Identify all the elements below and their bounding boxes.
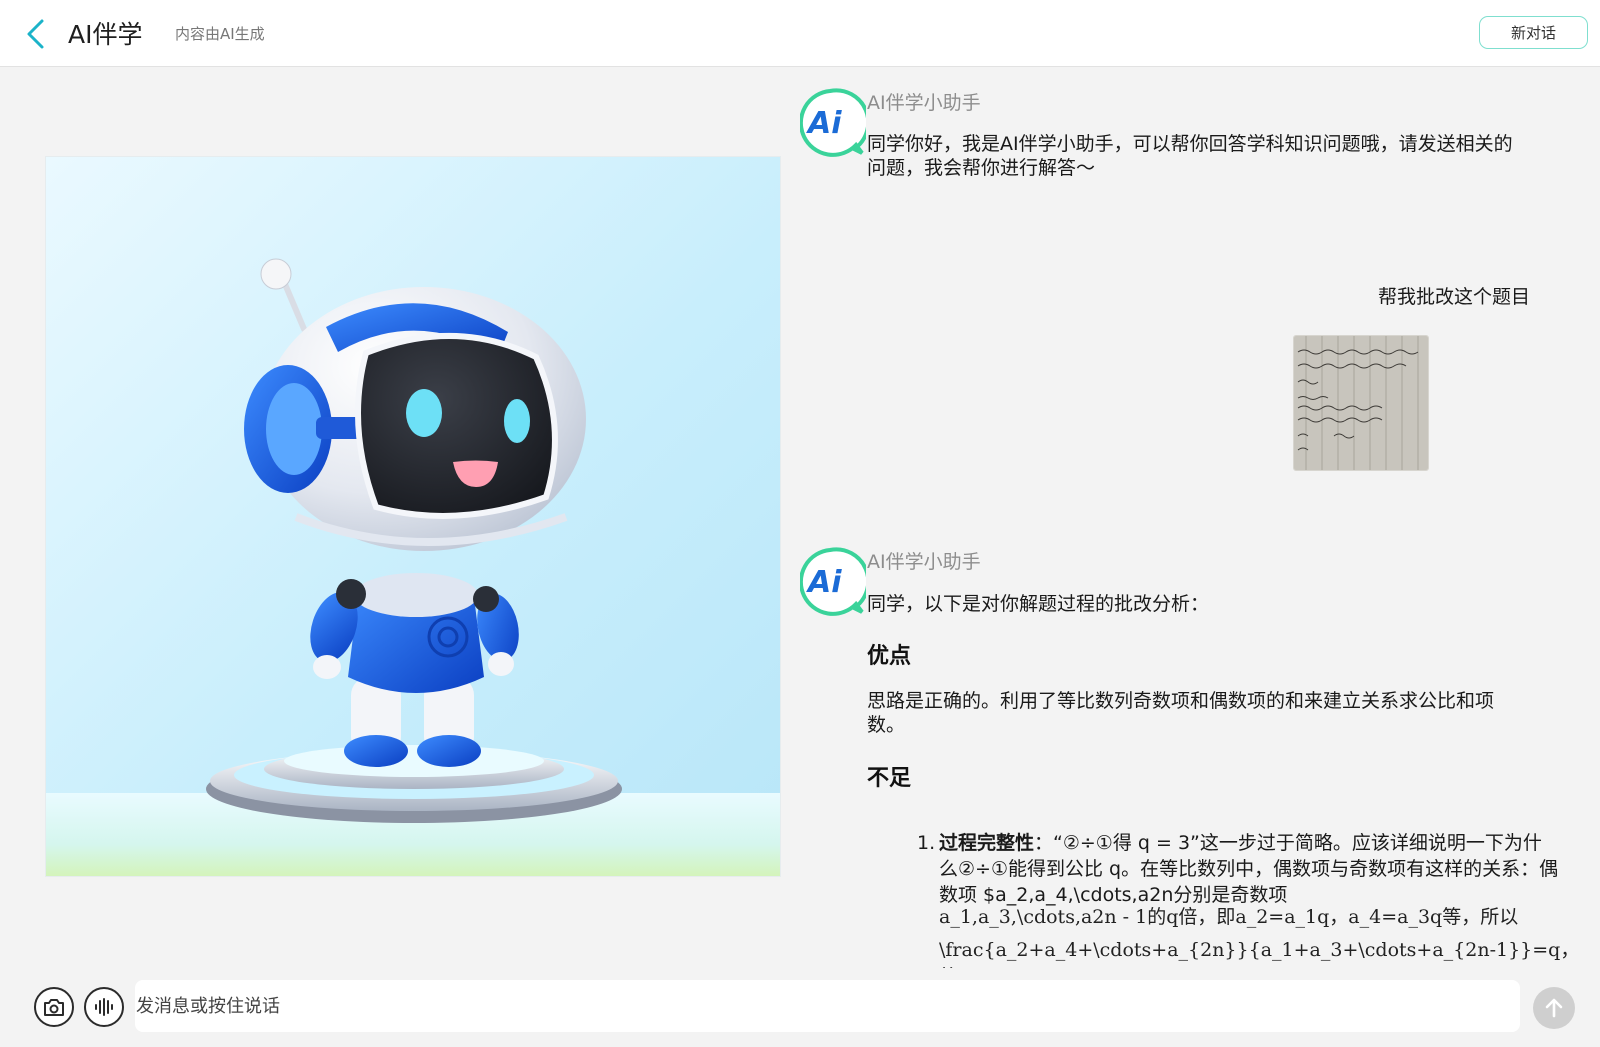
robot-illustration [45, 156, 781, 877]
send-button[interactable] [1533, 987, 1575, 1029]
ai-generated-note: 内容由AI生成 [175, 25, 265, 43]
list-item-line: \frac{a_2+a_4+\cdots+a_{2n}}{a_1+a_3+\cd… [939, 939, 1580, 968]
voice-button[interactable] [84, 987, 124, 1027]
camera-icon [44, 999, 64, 1016]
review-intro: 同学，以下是对你解题过程的批改分析： [867, 593, 1210, 615]
bot-name: AI伴学小助手 [867, 551, 981, 573]
svg-text:Ai: Ai [806, 565, 842, 600]
strengths-heading: 优点 [867, 644, 912, 669]
camera-button[interactable] [34, 987, 74, 1027]
list-number: 1. [917, 832, 936, 854]
ai-logo-icon: Ai [800, 547, 866, 616]
list-item-title: 过程完整性 [939, 832, 1035, 854]
arrow-up-icon [1545, 998, 1563, 1018]
chat-area: Ai AI伴学小助手 同学你好，我是AI伴学小助手，可以帮你回答学科知识问题哦，… [800, 68, 1590, 968]
svg-text:Ai: Ai [806, 106, 842, 141]
back-button[interactable] [22, 17, 50, 51]
weaknesses-heading: 不足 [867, 766, 912, 791]
input-bar [0, 968, 1600, 1047]
page-title: AI伴学 [68, 20, 143, 49]
strengths-text: 思路是正确的。利用了等比数列奇数项和偶数项的和来建立关系求公比和项数。 [867, 690, 1495, 736]
homework-photo[interactable] [1293, 335, 1429, 471]
bot-greeting: 同学你好，我是AI伴学小助手，可以帮你回答学科知识问题哦，请发送相关的问题，我会… [867, 133, 1513, 179]
list-item-line: a_1,a_3,\cdots,a2n - 1的q倍，即a_2=a_1q，a_4=… [939, 906, 1519, 928]
message-input[interactable] [135, 980, 1520, 1032]
top-bar: AI伴学 内容由AI生成 新对话 [0, 0, 1600, 67]
voice-wave-icon [95, 998, 113, 1016]
user-message: 帮我批改这个题目 [1377, 286, 1530, 308]
new-chat-button[interactable]: 新对话 [1479, 16, 1588, 49]
ai-logo-icon: Ai [800, 88, 866, 157]
bot-name: AI伴学小助手 [867, 92, 981, 114]
list-item: 过程完整性：“②÷①得 q = 3”这一步过于简略。应该详细说明一下为什么②÷①… [939, 830, 1559, 908]
chevron-left-icon [27, 19, 44, 49]
handwritten-notes-image [1294, 336, 1428, 470]
